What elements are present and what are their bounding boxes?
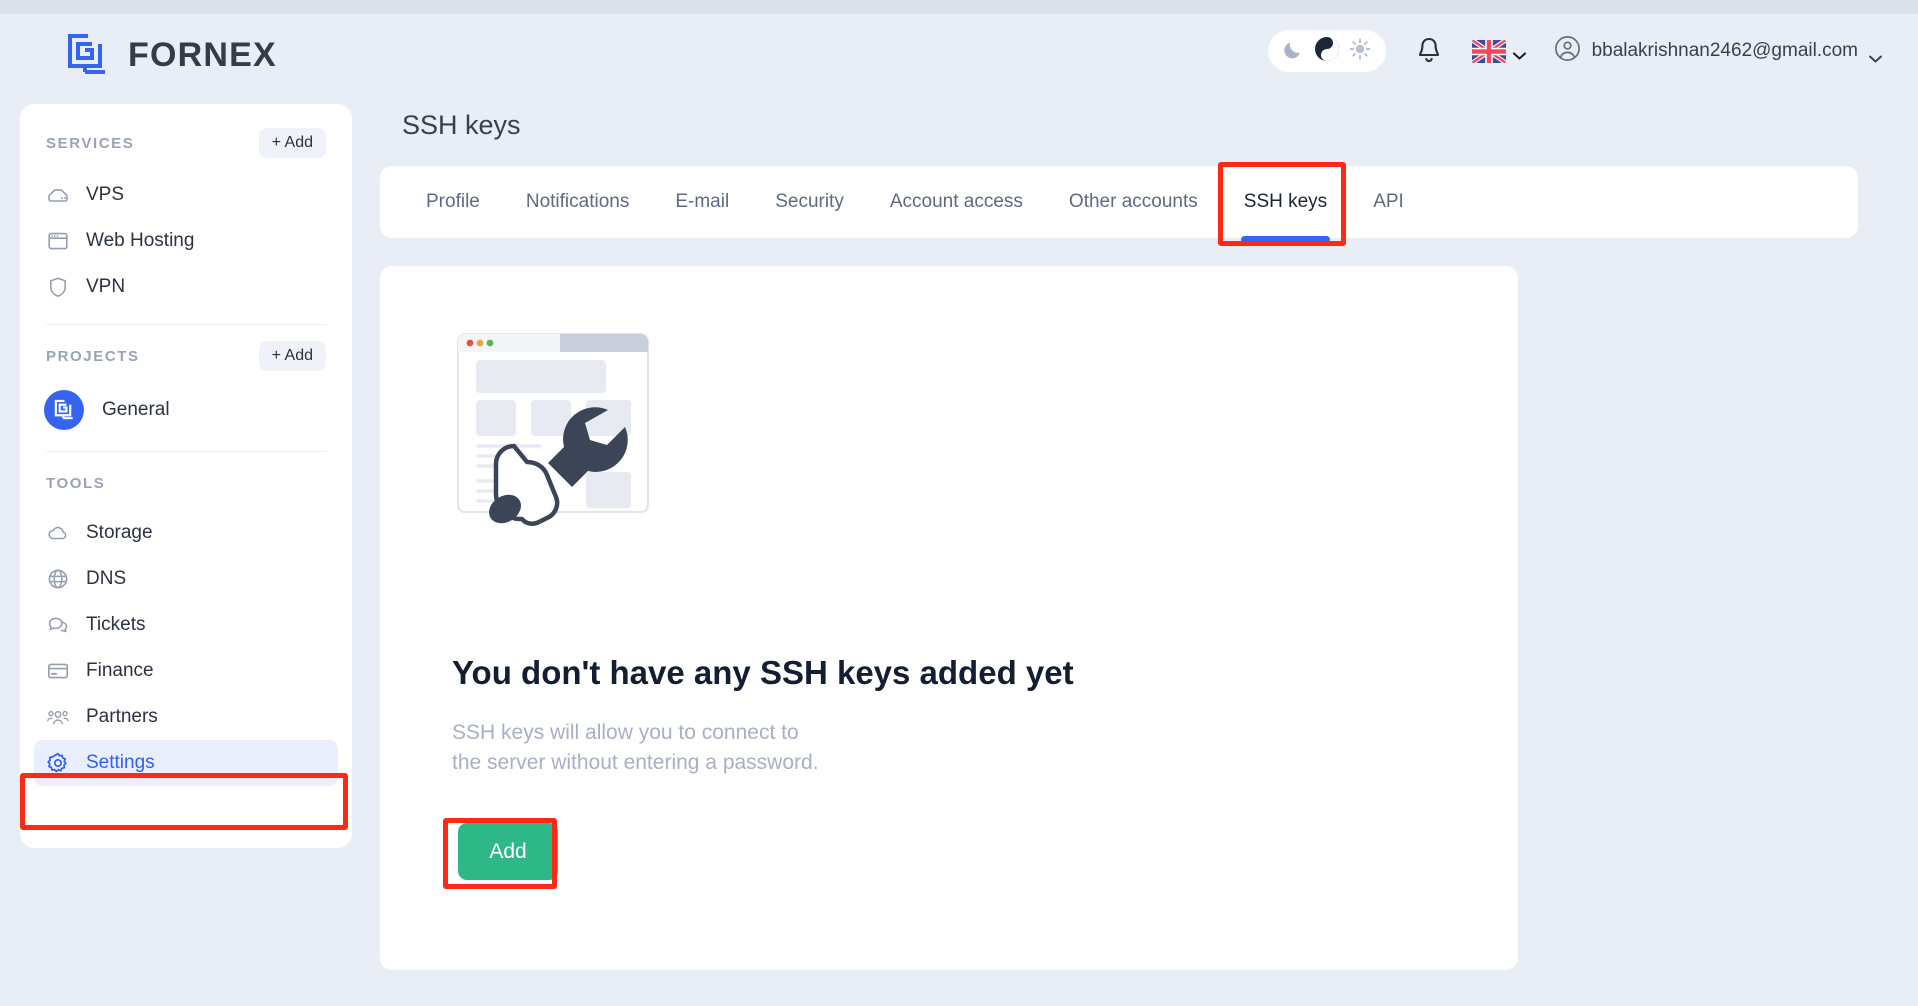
tab-email[interactable]: E-mail <box>652 166 752 238</box>
sidebar-item-settings[interactable]: Settings <box>34 740 338 786</box>
credit-card-icon <box>46 659 70 683</box>
app-header: FORNEX bbalakrishnan2462@gmail.com <box>0 14 1918 98</box>
tab-account-access[interactable]: Account access <box>867 166 1046 238</box>
sidebar-item-label: DNS <box>86 568 127 589</box>
user-circle-icon <box>1554 35 1581 68</box>
page-title: SSH keys <box>402 110 521 140</box>
sidebar-project-general[interactable]: General <box>34 383 338 437</box>
chevron-down-icon <box>1869 47 1882 63</box>
language-selector[interactable] <box>1471 39 1526 63</box>
user-menu[interactable]: bbalakrishnan2462@gmail.com <box>1554 35 1882 68</box>
sidebar-item-vps[interactable]: VPS <box>34 172 338 218</box>
fornex-logo-icon <box>62 32 112 78</box>
brand-logo[interactable]: FORNEX <box>62 32 277 78</box>
sidebar-divider <box>46 451 326 452</box>
bell-icon[interactable] <box>1414 35 1444 67</box>
sidebar-item-storage[interactable]: Storage <box>34 510 338 556</box>
yin-yang-icon[interactable] <box>1314 36 1340 67</box>
empty-state-description: SSH keys will allow you to connect to th… <box>452 718 819 778</box>
tab-api[interactable]: API <box>1350 166 1427 238</box>
tab-security[interactable]: Security <box>752 166 867 238</box>
user-email: bbalakrishnan2462@gmail.com <box>1591 40 1858 61</box>
globe-icon <box>46 567 70 591</box>
sidebar-item-label: VPN <box>86 276 126 297</box>
add-project-button[interactable]: + Add <box>258 341 326 371</box>
sun-icon[interactable] <box>1349 38 1371 65</box>
top-scrollbar-track[interactable] <box>0 0 1918 14</box>
sidebar-item-vpn[interactable]: VPN <box>34 264 338 310</box>
sidebar-services-header: SERVICES + Add <box>20 126 352 160</box>
sidebar-item-label: Storage <box>86 522 153 543</box>
sidebar-section-title-services: SERVICES <box>46 134 135 152</box>
theme-toggle[interactable] <box>1267 30 1386 72</box>
chat-bubbles-icon <box>46 613 70 637</box>
sidebar-item-label: Partners <box>86 706 158 727</box>
sidebar-item-label: Finance <box>86 660 154 681</box>
empty-state-description-line-1: SSH keys will allow you to connect to <box>452 721 799 744</box>
tab-profile[interactable]: Profile <box>403 166 503 238</box>
shield-icon <box>46 275 70 299</box>
sidebar-projects-header: PROJECTS + Add <box>20 339 352 373</box>
empty-state-title: You don't have any SSH keys added yet <box>452 654 1074 691</box>
sidebar-section-title-projects: PROJECTS <box>46 347 140 365</box>
sidebar-item-web-hosting[interactable]: Web Hosting <box>34 218 338 264</box>
empty-state-description-line-2: the server without entering a password. <box>452 750 819 774</box>
sidebar-project-label: General <box>102 399 170 420</box>
sidebar-item-tickets[interactable]: Tickets <box>34 602 338 648</box>
sidebar-item-label: Tickets <box>86 614 146 635</box>
header-actions: bbalakrishnan2462@gmail.com <box>1267 30 1882 72</box>
moon-icon[interactable] <box>1283 38 1305 65</box>
browser-window-with-wrench-illustration <box>448 326 678 556</box>
avatar <box>44 390 84 430</box>
sidebar-item-label: VPS <box>86 184 125 205</box>
cloud-icon <box>46 521 70 545</box>
people-icon <box>46 705 70 729</box>
tab-notifications[interactable]: Notifications <box>503 166 653 238</box>
gear-icon <box>46 751 70 775</box>
ssh-keys-panel: You don't have any SSH keys added yet SS… <box>380 266 1518 970</box>
sidebar-item-finance[interactable]: Finance <box>34 648 338 694</box>
sidebar-section-title-tools: TOOLS <box>46 474 106 492</box>
sidebar-item-label: Web Hosting <box>86 230 195 251</box>
sidebar-item-partners[interactable]: Partners <box>34 694 338 740</box>
sidebar: SERVICES + Add VPS Web Hosting VPN PROJE… <box>20 104 352 848</box>
sidebar-divider <box>46 324 326 325</box>
server-icon <box>46 183 70 207</box>
tab-other-accounts[interactable]: Other accounts <box>1046 166 1221 238</box>
add-service-button[interactable]: + Add <box>258 128 326 158</box>
browser-window-icon <box>46 229 70 253</box>
uk-flag-icon <box>1471 39 1506 63</box>
sidebar-item-label: Settings <box>86 752 155 773</box>
sidebar-item-dns[interactable]: DNS <box>34 556 338 602</box>
sidebar-tools-header: TOOLS <box>20 466 352 500</box>
settings-tabs: Profile Notifications E-mail Security Ac… <box>380 166 1858 243</box>
tab-ssh-keys[interactable]: SSH keys <box>1221 166 1350 243</box>
brand-name: FORNEX <box>128 35 277 74</box>
chevron-down-icon <box>1512 47 1526 60</box>
add-ssh-key-button[interactable]: Add <box>458 823 558 880</box>
